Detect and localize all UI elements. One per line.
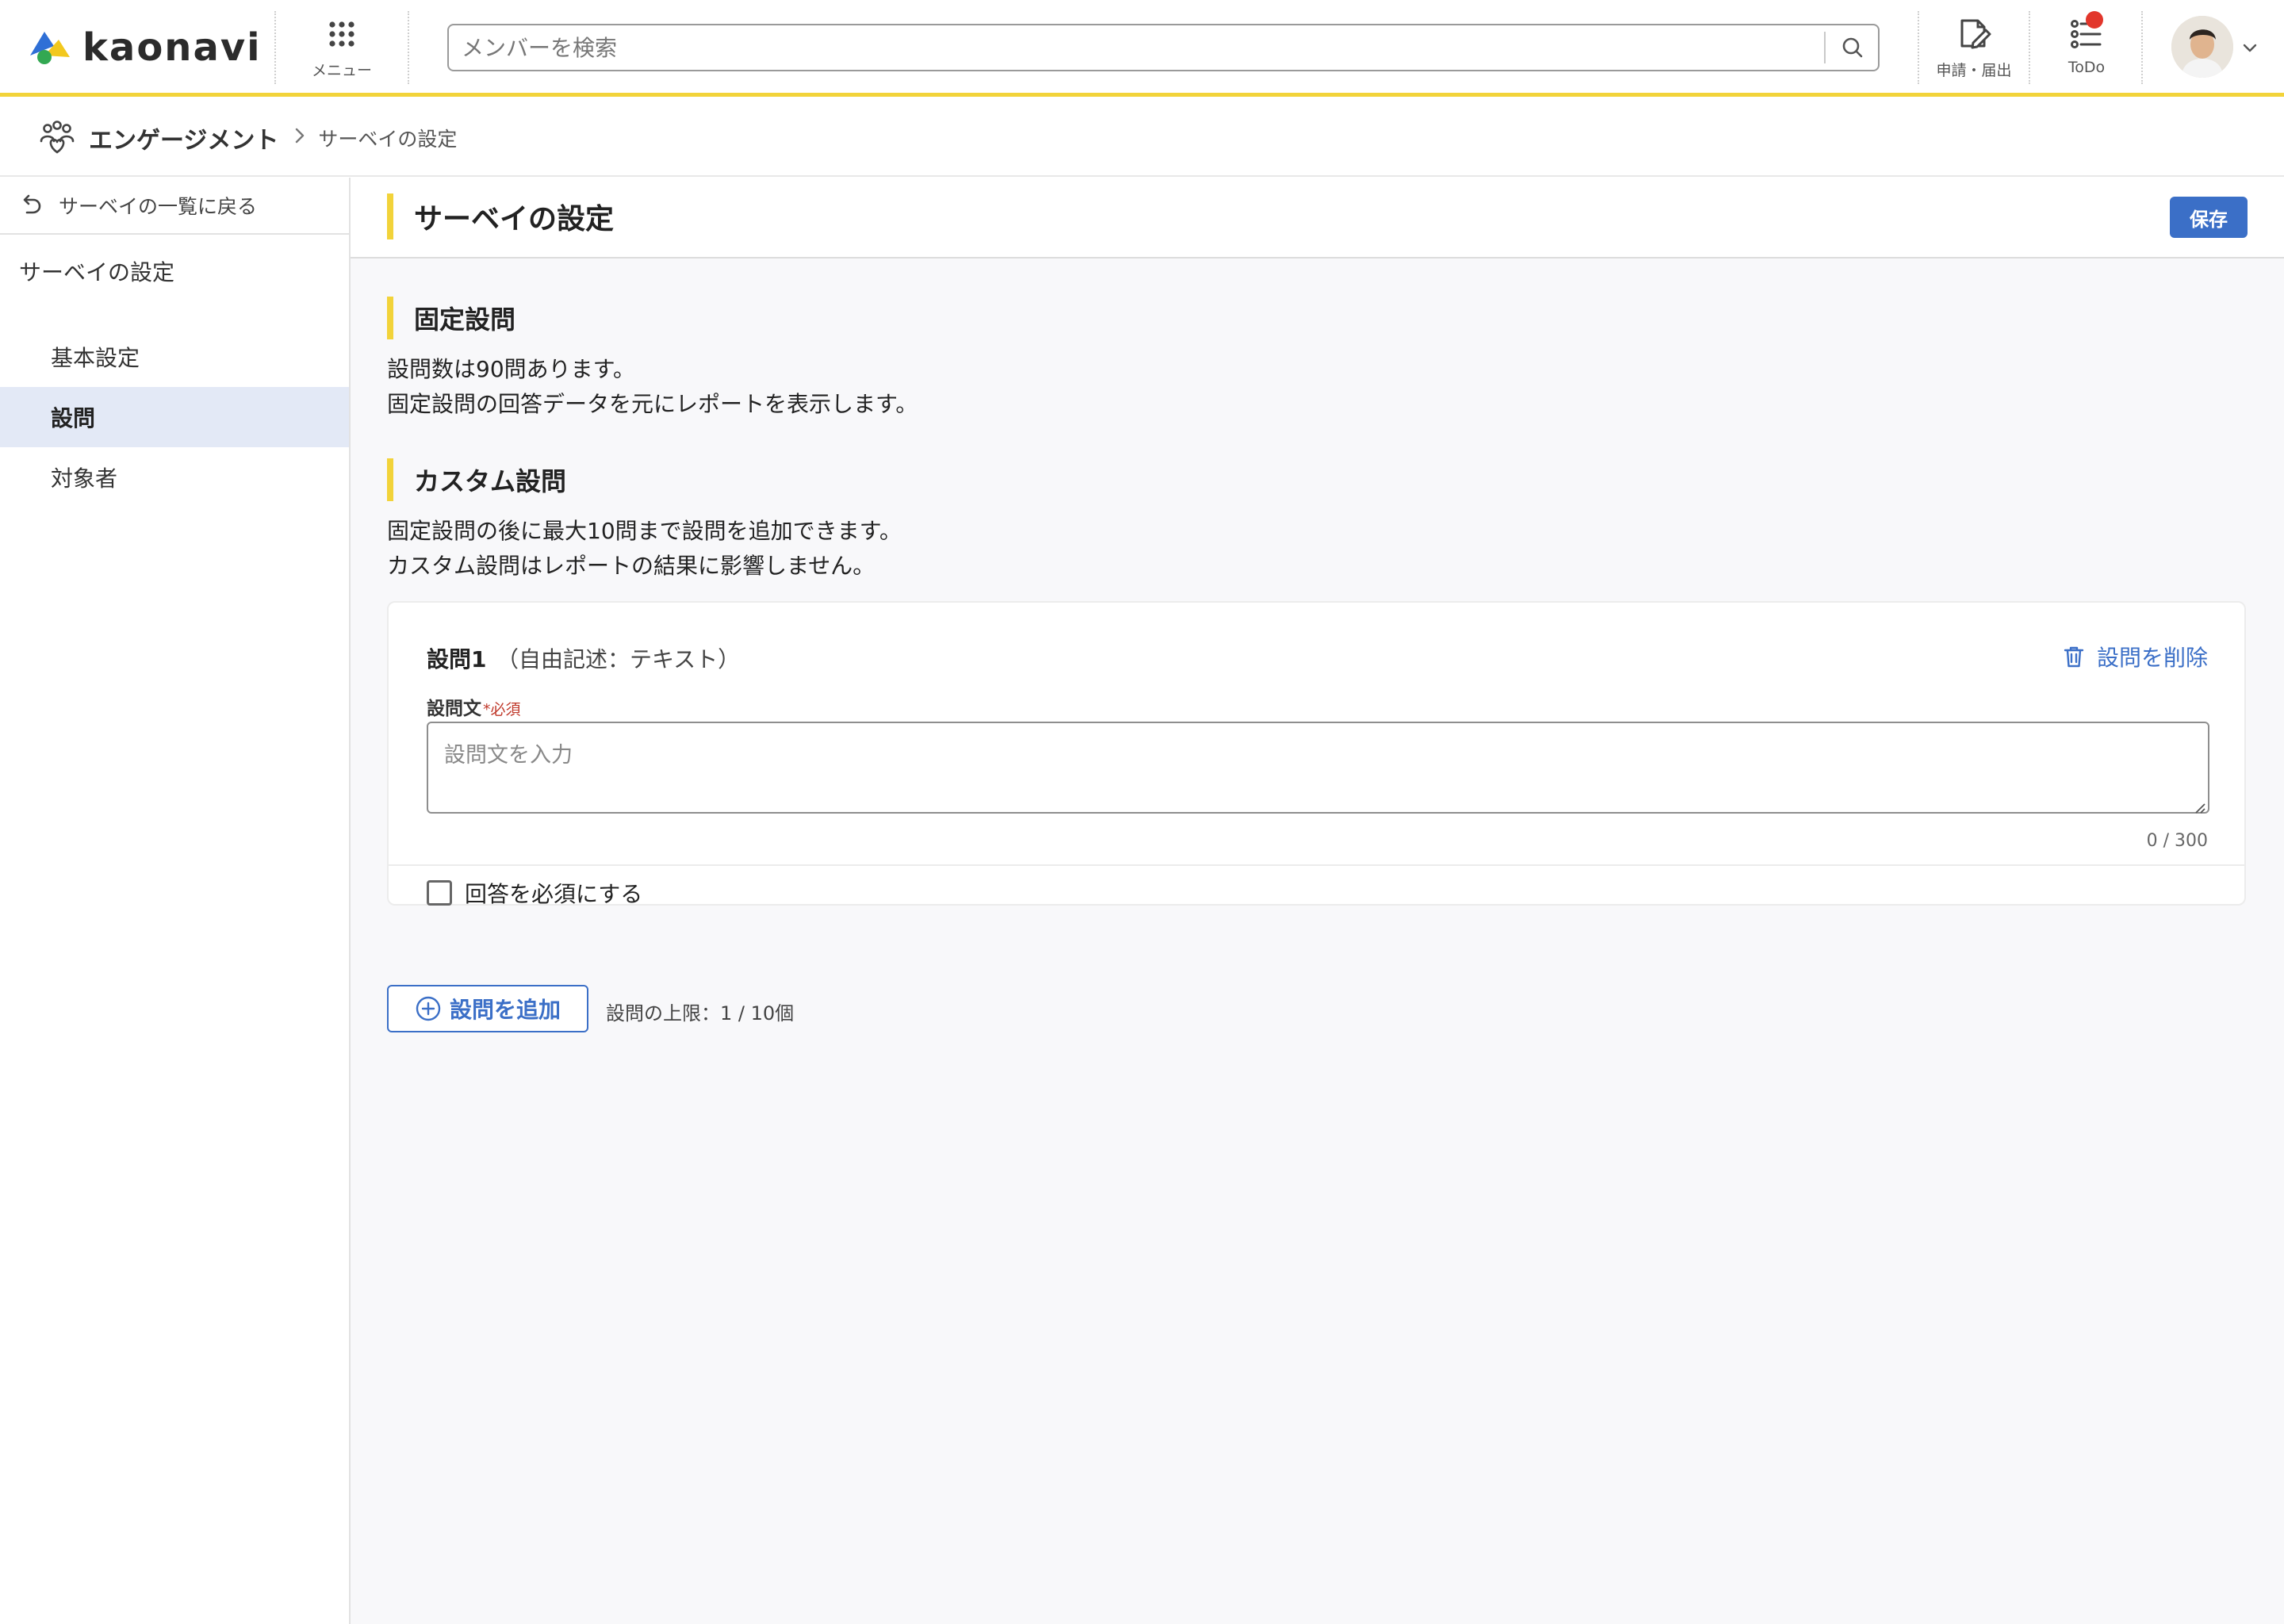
- page-title: サーベイの設定: [387, 193, 614, 239]
- todo-label: ToDo: [2067, 59, 2106, 76]
- plus-circle-icon: [415, 995, 442, 1022]
- required-answer-option[interactable]: 回答を必須にする: [427, 877, 642, 909]
- header-divider: [2141, 11, 2143, 84]
- question-text-label-text: 設問文: [427, 699, 481, 719]
- request-button[interactable]: 申請・届出: [1930, 14, 2018, 82]
- breadcrumb: エンゲージメント サーベイの設定: [0, 101, 2284, 177]
- custom-questions-heading: カスタム設問: [387, 458, 566, 501]
- sidebar-item-label: 設問: [51, 405, 96, 431]
- fixed-questions-description: 設問数は90問あります。 固定設問の回答データを元にレポートを表示します。: [387, 352, 918, 422]
- kaonavi-logo[interactable]: kaonavi: [24, 22, 262, 73]
- breadcrumb-root[interactable]: エンゲージメント: [89, 121, 278, 155]
- fixed-questions-heading: 固定設問: [387, 297, 515, 339]
- search-divider: [1824, 32, 1826, 63]
- question-text-input[interactable]: [427, 722, 2209, 814]
- required-answer-label: 回答を必須にする: [465, 881, 643, 907]
- save-button[interactable]: 保存: [2170, 197, 2248, 238]
- header-divider: [1918, 11, 1919, 84]
- resize-grip-icon[interactable]: [2194, 796, 2206, 820]
- character-counter: 0 / 300: [2146, 831, 2208, 851]
- chevron-right-icon: [293, 125, 307, 151]
- logo-mark-icon: [30, 32, 70, 64]
- sidebar-item-targets[interactable]: 対象者: [0, 447, 349, 508]
- sidebar-item-label: 対象者: [51, 465, 118, 492]
- document-pen-icon: [1954, 14, 1994, 54]
- add-question-button[interactable]: 設問を追加: [387, 985, 588, 1032]
- back-to-survey-list-link[interactable]: サーベイの一覧に戻る: [0, 178, 349, 235]
- sidebar-group-title: サーベイの設定: [19, 259, 175, 285]
- notification-badge: [2086, 11, 2103, 29]
- people-heart-icon: [40, 121, 75, 154]
- member-search: [447, 24, 1880, 71]
- menu-label: メニュー: [311, 62, 372, 79]
- checklist-icon: [2067, 11, 2106, 54]
- delete-question-label: 設問を削除: [2096, 645, 2208, 671]
- search-input[interactable]: [449, 25, 1824, 70]
- question-type: （自由記述：テキスト）: [496, 646, 741, 672]
- custom-questions-description: 固定設問の後に最大10問まで設問を追加できます。 カスタム設問はレポートの結果に…: [387, 514, 902, 584]
- sidebar: サーベイの一覧に戻る サーベイの設定 基本設定 設問 対象者: [0, 178, 351, 1624]
- header-divider: [408, 11, 409, 84]
- header-divider: [2029, 11, 2030, 84]
- sidebar-item-label: 基本設定: [51, 345, 140, 371]
- page-header: サーベイの設定 保存: [351, 178, 2284, 259]
- required-indicator: *必須: [483, 701, 521, 718]
- header-divider: [274, 11, 276, 84]
- question-limit-text: 設問の上限：1 / 10個: [606, 1002, 795, 1025]
- custom-questions-line1: 固定設問の後に最大10問まで設問を追加できます。: [387, 518, 902, 544]
- logo-text: kaonavi: [82, 25, 262, 70]
- delete-question-button[interactable]: 設問を削除: [2062, 641, 2208, 672]
- grid-dots-icon: [322, 14, 362, 54]
- menu-button[interactable]: メニュー: [298, 14, 385, 82]
- breadcrumb-current: サーベイの設定: [318, 128, 458, 151]
- main-content: サーベイの設定 保存 固定設問 設問数は90問あります。 固定設問の回答データを…: [351, 178, 2284, 1624]
- sidebar-item-basic-settings[interactable]: 基本設定: [0, 327, 349, 387]
- avatar-photo-icon: [2171, 16, 2233, 78]
- trash-icon: [2062, 643, 2089, 670]
- user-avatar[interactable]: [2171, 16, 2233, 78]
- search-button[interactable]: [1827, 25, 1878, 70]
- back-link-label: サーベイの一覧に戻る: [59, 195, 258, 218]
- question-number: 設問1: [427, 646, 487, 672]
- sidebar-item-questions[interactable]: 設問: [0, 387, 349, 447]
- fixed-questions-line2: 固定設問の回答データを元にレポートを表示します。: [387, 391, 918, 417]
- required-answer-checkbox[interactable]: [427, 880, 452, 906]
- custom-questions-line2: カスタム設問はレポートの結果に影響しません。: [387, 553, 876, 579]
- add-question-label: 設問を追加: [449, 997, 561, 1023]
- card-divider: [389, 864, 2244, 866]
- todo-button[interactable]: ToDo: [2043, 11, 2130, 82]
- top-header: kaonavi メニュー メンバーを検索 申請・届出 ToDo: [0, 0, 2284, 97]
- undo-arrow-icon: [19, 192, 46, 219]
- request-label: 申請・届出: [1936, 62, 2012, 79]
- fixed-questions-line1: 設問数は90問あります。: [387, 356, 635, 382]
- question-text-label: 設問文 *必須: [427, 693, 521, 720]
- question-card: 設問1 （自由記述：テキスト） 設問を削除 設問文 *必須 設問文を入力 0 /…: [387, 601, 2246, 909]
- search-icon: [1842, 37, 1863, 58]
- chevron-down-icon[interactable]: [2241, 38, 2259, 62]
